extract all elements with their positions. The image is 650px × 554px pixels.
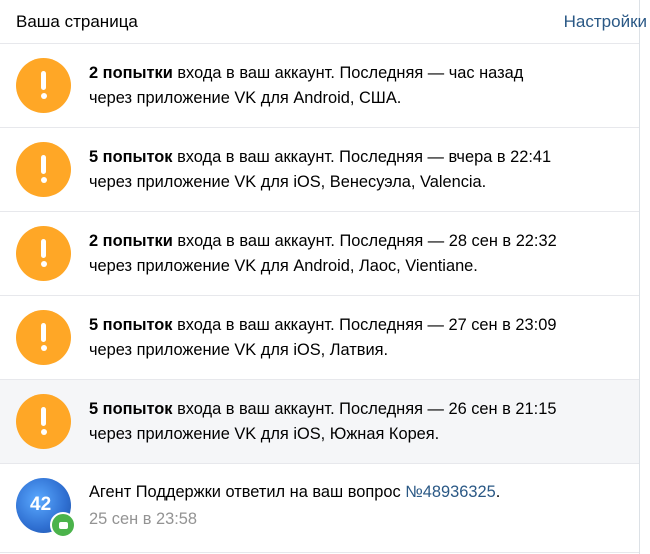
- notification-line1: входа в ваш аккаунт. Последняя — вчера в…: [172, 147, 552, 166]
- notification-text: 2 попытки входа в ваш аккаунт. Последняя…: [89, 229, 557, 279]
- notification-login-attempts[interactable]: 5 попыток входа в ваш аккаунт. Последняя…: [0, 296, 639, 380]
- notification-line2: через приложение VK для Android, Лаос, V…: [89, 256, 478, 275]
- exclamation-icon: [16, 142, 71, 197]
- notification-line1: входа в ваш аккаунт. Последняя — час наз…: [172, 63, 524, 82]
- notification-login-attempts[interactable]: 2 попытки входа в ваш аккаунт. Последняя…: [0, 44, 639, 128]
- support-message: Агент Поддержки ответил на ваш вопрос: [89, 482, 406, 501]
- notification-date[interactable]: 25 сен в 23:58: [89, 507, 500, 532]
- support-period: .: [495, 482, 501, 501]
- ticket-link[interactable]: №48936325: [405, 483, 496, 501]
- page-title: Ваша страница: [16, 11, 138, 31]
- notifications-panel: Ваша страница Настройки 2 попытки входа …: [0, 0, 647, 554]
- settings-link[interactable]: Настройки: [564, 12, 647, 32]
- exclamation-icon: [16, 394, 71, 449]
- notification-support-reply[interactable]: 42 Агент Поддержки ответил на ваш вопрос…: [0, 464, 639, 547]
- notification-line2: через приложение VK для iOS, Венесуэла, …: [89, 172, 487, 191]
- notification-text: 5 попыток входа в ваш аккаунт. Последняя…: [89, 397, 556, 447]
- attempt-count: 5 попыток: [89, 315, 173, 334]
- avatar-text: 42: [30, 494, 52, 515]
- notification-login-attempts[interactable]: 5 попыток входа в ваш аккаунт. Последняя…: [0, 128, 639, 212]
- attempt-count: 2 попытки: [89, 63, 173, 82]
- notification-line1: входа в ваш аккаунт. Последняя — 26 сен …: [172, 399, 557, 418]
- notification-line2: через приложение VK для iOS, Южная Корея…: [89, 424, 440, 443]
- notification-line2: через приложение VK для iOS, Латвия.: [89, 340, 389, 359]
- exclamation-icon: [16, 58, 71, 113]
- notification-login-attempts[interactable]: 5 попыток входа в ваш аккаунт. Последняя…: [0, 380, 639, 464]
- notification-login-attempts[interactable]: 2 попытки входа в ваш аккаунт. Последняя…: [0, 212, 639, 296]
- attempt-count: 5 попыток: [89, 399, 173, 418]
- notification-line1: входа в ваш аккаунт. Последняя — 28 сен …: [172, 231, 557, 250]
- notification-text: Агент Поддержки ответил на ваш вопрос №4…: [89, 480, 500, 505]
- attempt-count: 5 попыток: [89, 147, 173, 166]
- exclamation-icon: [16, 310, 71, 365]
- avatar[interactable]: 42: [16, 478, 76, 538]
- notification-text: 5 попыток входа в ваш аккаунт. Последняя…: [89, 145, 551, 195]
- notifications-header: Ваша страница Настройки: [0, 0, 647, 44]
- notification-line2: через приложение VK для Android, США.: [89, 88, 402, 107]
- message-icon: [50, 512, 76, 538]
- notification-line1: входа в ваш аккаунт. Последняя — 27 сен …: [172, 315, 557, 334]
- exclamation-icon: [16, 226, 71, 281]
- notification-text: 5 попыток входа в ваш аккаунт. Последняя…: [89, 313, 556, 363]
- divider: [0, 552, 639, 553]
- notification-text: 2 попытки входа в ваш аккаунт. Последняя…: [89, 61, 523, 111]
- attempt-count: 2 попытки: [89, 231, 173, 250]
